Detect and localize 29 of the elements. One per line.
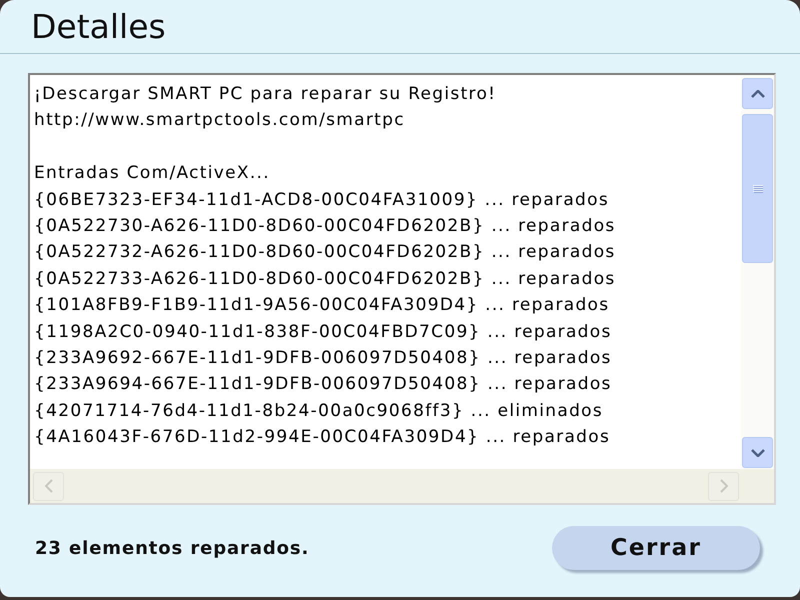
close-button[interactable]: Cerrar (552, 526, 760, 570)
grip-icon (752, 184, 762, 192)
log-entry: {0A522733-A626-11D0-8D60-00C04FD6202B} ... reparados (34, 268, 616, 291)
section-heading: Entradas Com/ActiveX... (34, 162, 270, 186)
log-entry: {233A9692-667E-11d1-9DFB-006097D50408} ... reparados (34, 347, 612, 370)
scrollbar-corner (741, 469, 774, 503)
horizontal-scrollbar[interactable] (30, 469, 741, 503)
window-title: Detalles (31, 10, 166, 43)
chevron-right-icon (720, 479, 728, 493)
vertical-scrollbar[interactable] (741, 75, 774, 469)
log-entry: {0A522732-A626-11D0-8D60-00C04FD6202B} ... reparados (34, 241, 616, 264)
log-entry: {1198A2C0-0940-11d1-838F-00C04FBD7C09} ... reparados (34, 320, 612, 344)
scrollbar-thumb[interactable] (742, 114, 773, 263)
log-entry: {42071714-76d4-11d1-8b24-00a0c9068ff3} ... eliminados (34, 400, 604, 423)
log-entry: {101A8FB9-F1B9-11d1-9A56-00C04FA309D4} ... reparados (34, 294, 610, 318)
status-text: 23 elementos reparados. (35, 536, 310, 560)
log-entry: {4A16043F-676D-11d2-994E-00C04FA309D4} ... reparados (34, 426, 610, 450)
intro-message: ¡Descargar SMART PC para reparar su Registro! (34, 83, 496, 106)
details-text-box[interactable] (28, 73, 776, 505)
scroll-up-button[interactable] (742, 78, 773, 109)
log-entry: {233A9694-667E-11d1-9DFB-006097D50408} ... reparados (34, 373, 612, 396)
log-entry: {0A522730-A626-11D0-8D60-00C04FD6202B} ... reparados (34, 215, 616, 238)
url-text: http://www.smartpctools.com/smartpc (34, 109, 405, 132)
chevron-left-icon (44, 479, 52, 493)
chevron-down-icon (750, 448, 764, 456)
scroll-left-button[interactable] (33, 472, 64, 500)
scroll-down-button[interactable] (742, 437, 773, 468)
log-entry: {06BE7323-EF34-11d1-ACD8-00C04FA31009} ... reparados (34, 188, 610, 212)
chevron-up-icon (750, 90, 764, 98)
